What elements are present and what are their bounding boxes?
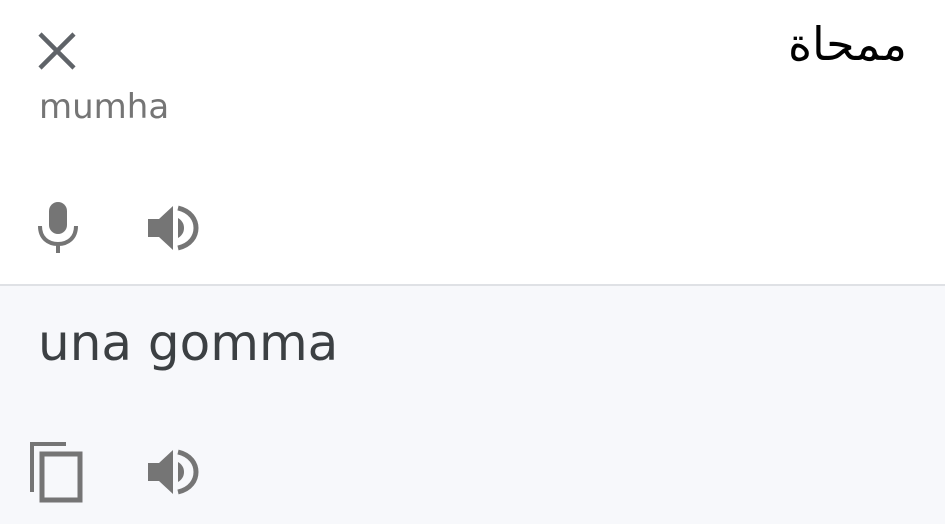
speaker-icon bbox=[148, 449, 199, 495]
transliteration-text: mumha bbox=[39, 87, 170, 127]
source-text[interactable]: ممحاة bbox=[788, 14, 907, 74]
microphone-button[interactable] bbox=[36, 200, 80, 254]
copy-icon bbox=[30, 442, 83, 503]
copy-button[interactable] bbox=[28, 440, 86, 506]
microphone-icon bbox=[38, 202, 78, 253]
speaker-icon bbox=[148, 205, 199, 251]
speaker-source-button[interactable] bbox=[146, 202, 202, 254]
close-icon bbox=[38, 32, 76, 70]
translation-text[interactable]: una gomma bbox=[38, 312, 338, 374]
speaker-target-button[interactable] bbox=[146, 446, 202, 498]
close-button[interactable] bbox=[36, 30, 78, 72]
